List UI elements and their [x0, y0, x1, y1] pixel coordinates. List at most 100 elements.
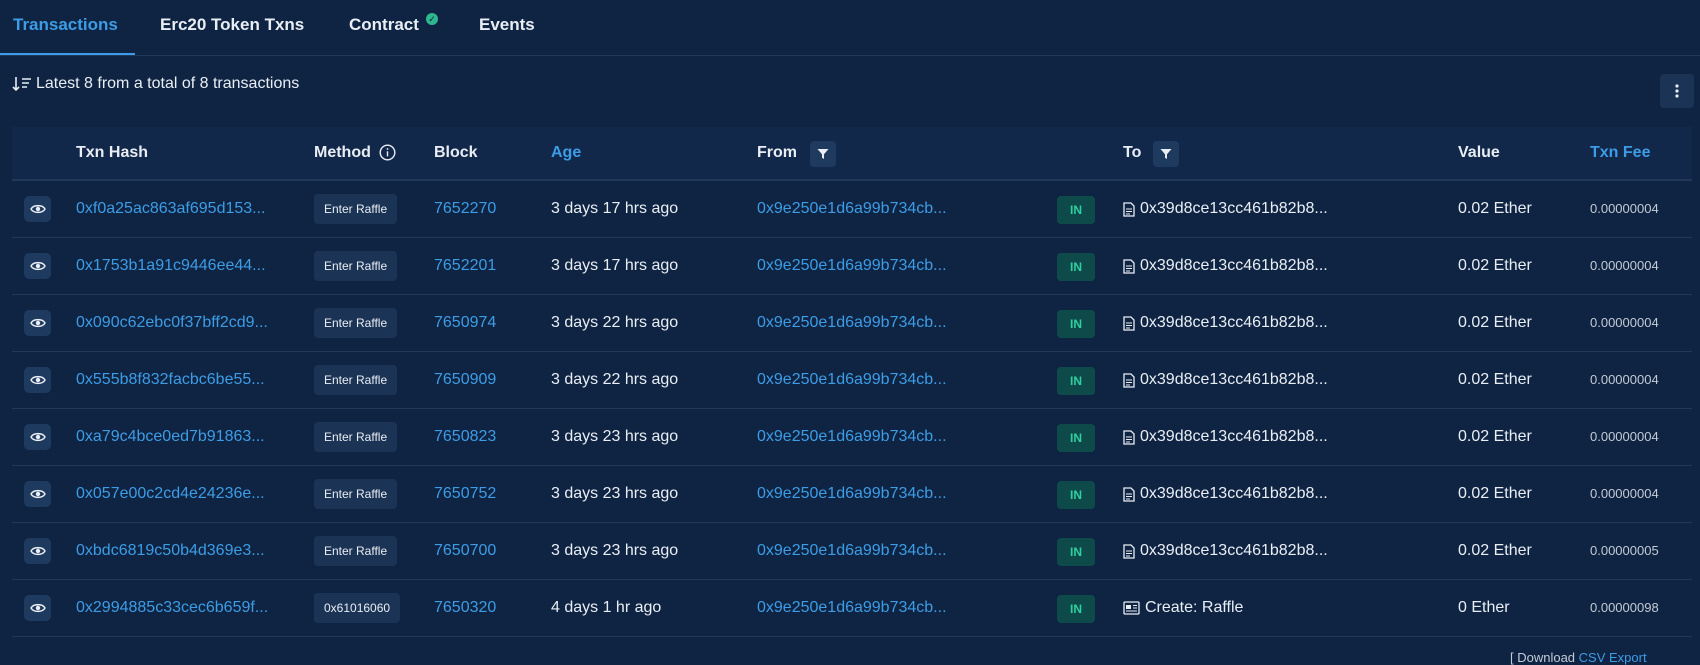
method-badge: Enter Raffle — [314, 536, 398, 566]
txn-fee-text: 0.00000004 — [1590, 429, 1659, 444]
to-address-link[interactable]: 0x39d8ce13cc461b82b8... — [1140, 295, 1328, 351]
age-text: 3 days 23 hrs ago — [551, 542, 679, 559]
view-details-button[interactable] — [24, 196, 51, 222]
view-details-button[interactable] — [24, 367, 51, 393]
from-filter-button[interactable] — [810, 141, 836, 167]
from-address-link[interactable]: 0x9e250e1d6a99b734cb... — [757, 466, 947, 522]
block-link[interactable]: 7650909 — [434, 352, 496, 408]
to-address-link[interactable]: Create: Raffle — [1145, 580, 1243, 636]
value-text: 0.02 Ether — [1458, 314, 1532, 331]
txn-fee-text: 0.00000004 — [1590, 315, 1659, 330]
from-address-link[interactable]: 0x9e250e1d6a99b734cb... — [757, 580, 947, 636]
more-options-button[interactable] — [1660, 74, 1694, 108]
direction-badge: IN — [1057, 310, 1095, 338]
value-text: 0 Ether — [1458, 599, 1510, 616]
contract-file-icon — [1123, 486, 1135, 502]
download-prefix: [ Download — [1510, 650, 1579, 665]
txn-hash-link[interactable]: 0xbdc6819c50b4d369e3... — [76, 523, 265, 579]
from-address-link[interactable]: 0x9e250e1d6a99b734cb... — [757, 523, 947, 579]
method-badge: 0x61016060 — [314, 593, 401, 623]
view-details-button[interactable] — [24, 424, 51, 450]
table-row: 0xf0a25ac863af695d153... Enter Raffle 76… — [12, 181, 1692, 238]
view-details-button[interactable] — [24, 481, 51, 507]
age-text: 3 days 23 hrs ago — [551, 428, 679, 445]
eye-icon — [29, 546, 46, 556]
to-address-link[interactable]: 0x39d8ce13cc461b82b8... — [1140, 523, 1328, 579]
info-icon[interactable] — [379, 144, 396, 161]
from-address-link[interactable]: 0x9e250e1d6a99b734cb... — [757, 352, 947, 408]
direction-badge: IN — [1057, 481, 1095, 509]
view-details-button[interactable] — [24, 310, 51, 336]
to-address-link[interactable]: 0x39d8ce13cc461b82b8... — [1140, 238, 1328, 294]
table-row: 0x555b8f832facbc6be55... Enter Raffle 76… — [12, 352, 1692, 409]
to-address-link[interactable]: 0x39d8ce13cc461b82b8... — [1140, 352, 1328, 408]
to-filter-button[interactable] — [1153, 141, 1179, 167]
direction-badge: IN — [1057, 595, 1095, 623]
to-address-link[interactable]: 0x39d8ce13cc461b82b8... — [1140, 409, 1328, 465]
direction-badge: IN — [1057, 424, 1095, 452]
contract-file-icon — [1123, 429, 1135, 445]
tab-transactions[interactable]: Transactions — [13, 0, 118, 56]
method-badge: Enter Raffle — [314, 308, 398, 338]
from-address-link[interactable]: 0x9e250e1d6a99b734cb... — [757, 409, 947, 465]
txn-fee-text: 0.00000004 — [1590, 201, 1659, 216]
contract-file-icon — [1123, 201, 1135, 217]
txn-hash-link[interactable]: 0xa79c4bce0ed7b91863... — [76, 409, 265, 465]
table-row: 0x2994885c33cec6b659f... 0x61016060 7650… — [12, 580, 1692, 637]
txn-hash-link[interactable]: 0xf0a25ac863af695d153... — [76, 181, 266, 237]
value-text: 0.02 Ether — [1458, 542, 1532, 559]
filter-icon — [817, 149, 829, 159]
tab-contract[interactable]: Contract — [349, 0, 419, 56]
filter-icon — [1160, 149, 1172, 159]
method-badge: Enter Raffle — [314, 251, 398, 281]
age-text: 3 days 22 hrs ago — [551, 314, 679, 331]
method-badge: Enter Raffle — [314, 365, 398, 395]
col-method-label: Method — [314, 144, 371, 161]
to-address-link[interactable]: 0x39d8ce13cc461b82b8... — [1140, 466, 1328, 522]
block-link[interactable]: 7652270 — [434, 181, 496, 237]
txn-hash-link[interactable]: 0x2994885c33cec6b659f... — [76, 580, 268, 636]
table-header: Txn Hash Method Block Age From To Value … — [12, 127, 1692, 181]
txn-hash-link[interactable]: 0x1753b1a91c9446ee44... — [76, 238, 266, 294]
block-link[interactable]: 7652201 — [434, 238, 496, 294]
table-row: 0xbdc6819c50b4d369e3... Enter Raffle 765… — [12, 523, 1692, 580]
to-address: 0x39d8ce13cc461b82b8... — [1123, 409, 1328, 465]
block-link[interactable]: 7650320 — [434, 580, 496, 636]
from-address-link[interactable]: 0x9e250e1d6a99b734cb... — [757, 295, 947, 351]
csv-export-link[interactable]: CSV Export — [1579, 650, 1647, 665]
block-link[interactable]: 7650700 — [434, 523, 496, 579]
method-badge: Enter Raffle — [314, 194, 398, 224]
from-address-link[interactable]: 0x9e250e1d6a99b734cb... — [757, 238, 947, 294]
table-row: 0x090c62ebc0f37bff2cd9... Enter Raffle 7… — [12, 295, 1692, 352]
col-value: Value — [1458, 144, 1500, 161]
to-address: 0x39d8ce13cc461b82b8... — [1123, 523, 1328, 579]
view-details-button[interactable] — [24, 595, 51, 621]
col-age[interactable]: Age — [551, 127, 581, 179]
tab-erc20-token-txns[interactable]: Erc20 Token Txns — [160, 0, 304, 56]
summary-text: Latest 8 from a total of 8 transactions — [36, 75, 300, 92]
direction-badge: IN — [1057, 253, 1095, 281]
to-address: 0x39d8ce13cc461b82b8... — [1123, 352, 1328, 408]
block-link[interactable]: 7650752 — [434, 466, 496, 522]
eye-icon — [29, 489, 46, 499]
active-tab-indicator — [0, 53, 135, 55]
col-method: Method — [314, 127, 396, 179]
col-txn-fee[interactable]: Txn Fee — [1590, 127, 1650, 179]
txn-hash-link[interactable]: 0x555b8f832facbc6be55... — [76, 352, 265, 408]
value-text: 0.02 Ether — [1458, 371, 1532, 388]
contract-file-icon — [1123, 315, 1135, 331]
from-address-link[interactable]: 0x9e250e1d6a99b734cb... — [757, 181, 947, 237]
view-details-button[interactable] — [24, 538, 51, 564]
txn-hash-link[interactable]: 0x090c62ebc0f37bff2cd9... — [76, 295, 268, 351]
transactions-table: Txn Hash Method Block Age From To Value … — [12, 127, 1692, 637]
eye-icon — [29, 603, 46, 613]
age-text: 4 days 1 hr ago — [551, 599, 662, 616]
block-link[interactable]: 7650823 — [434, 409, 496, 465]
view-details-button[interactable] — [24, 253, 51, 279]
table-row: 0x057e00c2cd4e24236e... Enter Raffle 765… — [12, 466, 1692, 523]
table-body: 0xf0a25ac863af695d153... Enter Raffle 76… — [12, 181, 1692, 637]
tab-events[interactable]: Events — [479, 0, 535, 56]
txn-hash-link[interactable]: 0x057e00c2cd4e24236e... — [76, 466, 265, 522]
to-address-link[interactable]: 0x39d8ce13cc461b82b8... — [1140, 181, 1328, 237]
block-link[interactable]: 7650974 — [434, 295, 496, 351]
